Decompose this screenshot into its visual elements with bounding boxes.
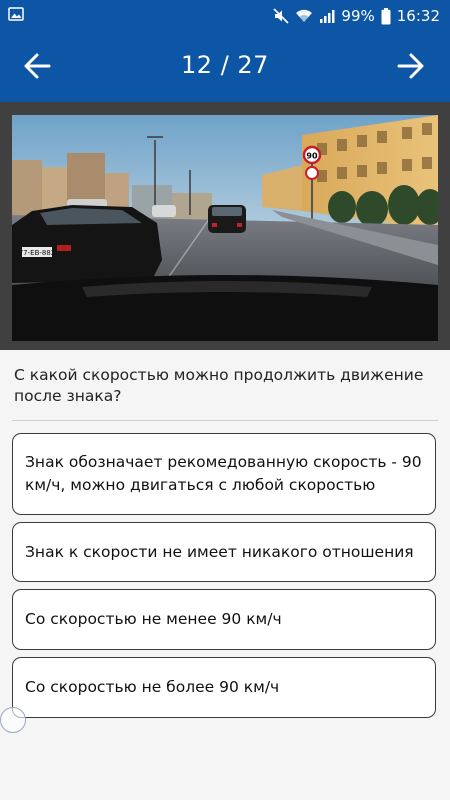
- status-bar: 99% 16:32: [0, 0, 450, 31]
- app-bar: 12 / 27: [0, 31, 450, 102]
- wifi-icon: [295, 8, 313, 24]
- answer-option-3[interactable]: Со скоростью не менее 90 км/ч: [12, 589, 436, 650]
- question-counter: 12 / 27: [181, 51, 269, 79]
- status-icons: 99% 16:32: [273, 6, 440, 26]
- speed-sign-value: 90: [306, 152, 318, 161]
- question-text: С какой скоростью можно продолжить движе…: [14, 366, 424, 405]
- license-plate: 77-ЕВ-882: [19, 249, 56, 257]
- clock-time: 16:32: [396, 7, 440, 25]
- battery-icon: [381, 7, 391, 25]
- answer-option-label: Знак к скорости не имеет никакого отноше…: [25, 542, 414, 561]
- battery-percent: 99%: [341, 7, 375, 25]
- answer-option-1[interactable]: Знак обозначает рекомедованную скорость …: [12, 433, 436, 515]
- mute-icon: [273, 8, 289, 24]
- answer-option-label: Со скоростью не менее 90 км/ч: [25, 610, 282, 628]
- question-image-frame: 90 77-ЕВ-882: [0, 102, 450, 350]
- question-image: 90 77-ЕВ-882: [12, 115, 438, 341]
- arrow-right-icon: [397, 53, 424, 79]
- answer-option-2[interactable]: Знак к скорости не имеет никакого отноше…: [12, 522, 436, 582]
- next-button[interactable]: [394, 49, 428, 83]
- divider: [12, 420, 438, 421]
- answer-option-label: Со скоростью не более 90 км/ч: [25, 678, 280, 696]
- answer-option-label: Знак обозначает рекомедованную скорость …: [25, 453, 422, 494]
- answer-option-4[interactable]: Со скоростью не более 90 км/ч: [12, 657, 436, 718]
- image-icon: [8, 6, 24, 22]
- signal-icon: [319, 8, 335, 24]
- touch-indicator: [0, 707, 26, 733]
